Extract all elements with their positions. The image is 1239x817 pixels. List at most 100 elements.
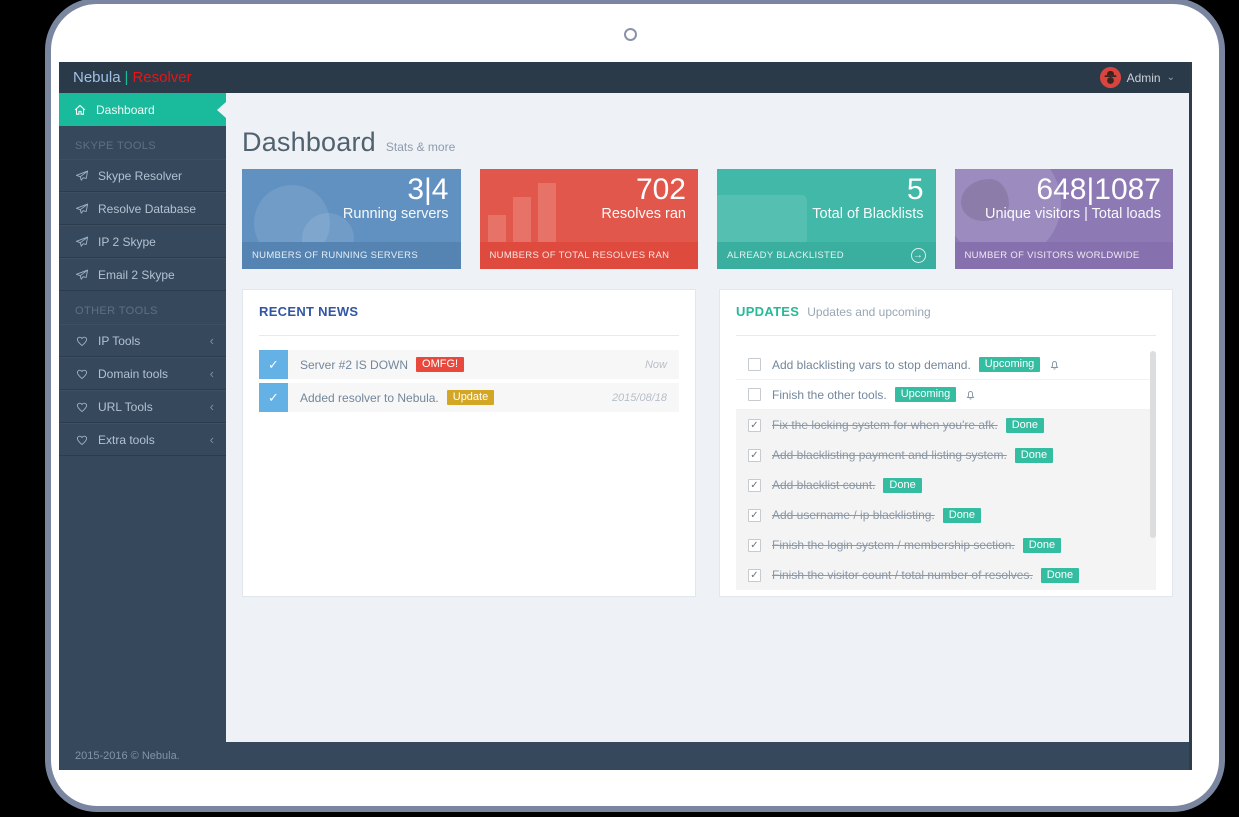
panel-title-recent-news: RECENT NEWS: [259, 304, 358, 319]
checkbox[interactable]: ✓: [748, 449, 761, 462]
news-badge: OMFG!: [416, 357, 464, 372]
brand-logo[interactable]: Nebula|Resolver: [73, 69, 192, 86]
paper-plane-icon: [75, 202, 89, 216]
footer: 2015-2016 © Nebula.: [59, 742, 1189, 770]
update-item: ✓Finish the visitor count / total number…: [736, 560, 1156, 590]
top-navbar: Nebula|Resolver Admin ⌄: [59, 62, 1189, 93]
sidebar-item-skype-resolver[interactable]: Skype Resolver: [59, 159, 226, 192]
update-badge: Upcoming: [979, 357, 1041, 372]
sidebar-item-label: Dashboard: [96, 103, 155, 117]
sidebar-section-title: OTHER TOOLS: [59, 291, 226, 324]
update-text: Finish the other tools.: [772, 388, 887, 402]
heart-icon: [75, 433, 89, 447]
checkbox[interactable]: [748, 358, 761, 371]
updates-panel: UPDATES Updates and upcoming Add blackli…: [719, 289, 1173, 597]
update-item: ✓ Finish the login system / membership se…: [736, 530, 1156, 560]
stat-card-unique-visitors-total-loads: 648|1087Unique visitors | Total loadsNUM…: [955, 169, 1174, 269]
stat-card-resolves-ran: 702Resolves ranNUMBERS OF TOTAL RESOLVES…: [480, 169, 699, 269]
camera-icon: [624, 28, 637, 41]
checkbox[interactable]: ✓: [748, 479, 761, 492]
home-icon: [73, 103, 87, 117]
check-icon: ✓: [259, 350, 288, 379]
stat-value: 5: [812, 174, 923, 206]
checkbox[interactable]: ✓: [748, 569, 761, 582]
news-text: Server #2 IS DOWN: [300, 358, 408, 372]
update-badge: Done: [1015, 448, 1053, 463]
main-content: Dashboard Stats & more 3|4Running server…: [226, 93, 1189, 742]
checkbox[interactable]: [748, 388, 761, 401]
sidebar-item-label: IP Tools: [98, 334, 140, 348]
update-badge: Done: [1006, 418, 1044, 433]
paper-plane-icon: [75, 268, 89, 282]
brand-separator: |: [125, 69, 129, 86]
sidebar-item-label: Skype Resolver: [98, 169, 182, 183]
update-text: Finish the login system / membership sec…: [772, 538, 1015, 552]
sidebar-item-domain-tools[interactable]: Domain tools‹: [59, 357, 226, 390]
panel-subtitle-updates: Updates and upcoming: [807, 305, 930, 319]
stat-cards-row: 3|4Running serversNUMBERS OF RUNNING SER…: [242, 169, 1173, 269]
update-text: Add username / ip blacklisting.: [772, 508, 935, 522]
stat-label: Unique visitors | Total loads: [985, 206, 1161, 223]
update-item: Add blacklisting vars to stop demand. Upc…: [736, 350, 1156, 380]
sidebar-item-label: Email 2 Skype: [98, 268, 175, 282]
bell-icon: [1048, 358, 1061, 371]
scrollbar-thumb[interactable]: [1150, 351, 1156, 538]
paper-plane-icon: [75, 235, 89, 249]
sidebar-item-url-tools[interactable]: URL Tools‹: [59, 390, 226, 423]
chevron-left-icon: ‹: [210, 399, 214, 414]
sidebar-item-resolve-database[interactable]: Resolve Database: [59, 192, 226, 225]
news-timestamp: 2015/08/18: [612, 392, 667, 404]
news-badge: Update: [447, 390, 494, 405]
sidebar-item-email-2-skype[interactable]: Email 2 Skype: [59, 258, 226, 291]
update-item: ✓ Add blacklist count. Done: [736, 470, 1156, 500]
news-item: ✓Server #2 IS DOWNOMFG!Now: [259, 350, 679, 379]
update-text: Fix the locking system for when you're a…: [772, 418, 998, 432]
stat-footer-label: ALREADY BLACKLISTED: [727, 250, 844, 261]
paper-plane-icon: [75, 169, 89, 183]
avatar: [1100, 67, 1121, 88]
app-window: Nebula|Resolver Admin ⌄: [59, 62, 1192, 770]
spy-icon: [1100, 67, 1121, 88]
checkbox[interactable]: ✓: [748, 419, 761, 432]
sidebar-item-extra-tools[interactable]: Extra tools ‹: [59, 423, 226, 456]
news-text: Added resolver to Nebula.: [300, 391, 439, 405]
stat-card-running-servers: 3|4Running serversNUMBERS OF RUNNING SER…: [242, 169, 461, 269]
sidebar-item-label: Extra tools: [98, 433, 155, 447]
sidebar-item-dashboard[interactable]: Dashboard: [59, 93, 226, 126]
recent-news-panel: RECENT NEWS ✓Server #2 IS DOWNOMFG!Now✓A…: [242, 289, 696, 597]
stat-label: Running servers: [343, 206, 449, 223]
sidebar: Dashboard SKYPE TOOLS Skype Resolver Resol…: [59, 93, 226, 742]
chevron-left-icon: ‹: [210, 333, 214, 348]
heart-icon: [75, 367, 89, 381]
checkbox[interactable]: ✓: [748, 539, 761, 552]
update-badge: Done: [943, 508, 981, 523]
brand-product: Resolver: [132, 69, 191, 86]
update-text: Add blacklisting vars to stop demand.: [772, 358, 971, 372]
bell-icon: [964, 388, 977, 401]
sidebar-item-ip-2-skype[interactable]: IP 2 Skype: [59, 225, 226, 258]
page-subtitle: Stats & more: [386, 140, 455, 154]
update-badge: Upcoming: [895, 387, 957, 402]
arrow-circle-right-icon[interactable]: →: [911, 248, 926, 263]
user-menu[interactable]: Admin ⌄: [1100, 67, 1175, 88]
divider: [259, 335, 679, 336]
stat-footer-label: NUMBERS OF RUNNING SERVERS: [252, 250, 418, 261]
heart-icon: [75, 400, 89, 414]
page-header: Dashboard Stats & more: [242, 127, 1173, 155]
sidebar-item-ip-tools[interactable]: IP Tools ‹: [59, 324, 226, 357]
stat-label: Resolves ran: [601, 206, 686, 223]
stat-value: 648|1087: [985, 174, 1161, 206]
stat-value: 702: [601, 174, 686, 206]
checkbox[interactable]: ✓: [748, 509, 761, 522]
update-text: Add blacklisting payment and listing sys…: [772, 448, 1007, 462]
update-badge: Done: [1041, 568, 1079, 583]
check-icon: ✓: [259, 383, 288, 412]
update-text: Add blacklist count.: [772, 478, 875, 492]
brand-name: Nebula: [73, 69, 121, 86]
panel-title-updates: UPDATES: [736, 304, 799, 319]
chevron-left-icon: ‹: [210, 366, 214, 381]
sidebar-section-title: SKYPE TOOLS: [59, 126, 226, 159]
chevron-left-icon: ‹: [210, 432, 214, 447]
update-badge: Done: [883, 478, 921, 493]
update-item: ✓ Add username / ip blacklisting. Done: [736, 500, 1156, 530]
